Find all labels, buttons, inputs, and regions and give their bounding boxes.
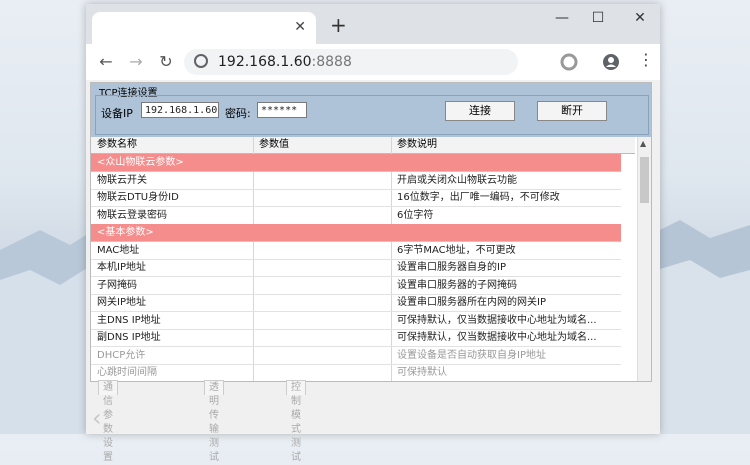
cell-name: 心跳时间间隔 [97, 367, 157, 378]
table-header: 参数名称 参数值 参数说明 [91, 137, 635, 154]
table-row[interactable]: 副DNS IP地址 可保持默认，仅当数据接收中心地址为域名... [91, 329, 621, 347]
cell-name: 主DNS IP地址 [97, 314, 161, 326]
cell-desc: 设置设备是否自动获取自身IP地址 [397, 349, 546, 361]
cell-desc: 开启或关闭众山物联云功能 [397, 174, 517, 186]
minimize-icon[interactable]: — [550, 10, 574, 26]
disconnect-button[interactable]: 断开 [537, 101, 607, 121]
tcp-settings-panel: TCP连接设置 设备IP 192.168.1.60 密码: ****** 连接 … [91, 83, 651, 137]
parameter-table: 参数名称 参数值 参数说明 <众山物联云参数> 物联云开关 开启或关闭众山物联云功能… [91, 137, 651, 381]
address-bar[interactable]: 192.168.1.60:8888 [184, 49, 518, 75]
tab-close-icon[interactable]: ✕ [294, 20, 306, 34]
cell-name: <众山物联云参数> [97, 157, 184, 168]
cell-desc: 6位字符 [397, 209, 434, 221]
chevron-left-icon: ‹ [92, 404, 102, 432]
password-input[interactable]: ****** [257, 102, 307, 118]
table-scrollbar[interactable]: ▲ [637, 137, 651, 381]
page-content: TCP连接设置 设备IP 192.168.1.60 密码: ****** 连接 … [86, 80, 660, 463]
scroll-up-icon[interactable]: ▲ [640, 139, 646, 148]
table-row[interactable]: 主DNS IP地址 可保持默认，仅当数据接收中心地址为域名... [91, 312, 621, 330]
cell-desc: 6字节MAC地址，不可更改 [397, 244, 516, 256]
cell-name: 物联云登录密码 [97, 209, 167, 221]
header-name[interactable]: 参数名称 [97, 138, 137, 153]
url-text: 192.168.1.60:8888 [218, 54, 352, 70]
device-ip-label: 设备IP [101, 107, 133, 120]
extension-icon[interactable] [560, 53, 578, 71]
cell-name: 物联云DTU身份ID [97, 192, 179, 203]
table-row[interactable]: 物联云DTU身份ID 16位数字，出厂唯一编码，不可修改 [91, 189, 621, 207]
tab-control-mode-test[interactable]: 控制模式测试 [286, 380, 306, 463]
browser-window: ✕ + — ☐ ✕ ← → ↻ 192.168.1.60:8888 ⋮ TCP连… [86, 4, 660, 463]
device-ip-input[interactable]: 192.168.1.60 [141, 102, 219, 118]
new-tab-button[interactable]: + [330, 15, 347, 35]
browser-titlebar: ✕ + — ☐ ✕ [86, 4, 660, 44]
connect-button[interactable]: 连接 [445, 101, 515, 121]
close-window-icon[interactable]: ✕ [628, 10, 652, 26]
profile-icon[interactable] [602, 53, 620, 71]
cell-desc: 16位数字，出厂唯一编码，不可修改 [397, 192, 560, 203]
table-row[interactable]: 物联云登录密码 6位字符 [91, 207, 621, 225]
reload-icon[interactable]: ↻ [156, 52, 176, 71]
globe-icon [194, 54, 208, 68]
header-value[interactable]: 参数值 [259, 138, 289, 153]
back-arrow-icon[interactable]: ← [96, 52, 116, 71]
cell-desc: 设置串口服务器自身的IP [397, 262, 506, 273]
table-row[interactable]: 子网掩码 设置串口服务器的子网掩码 [91, 277, 621, 295]
cell-name: 本机IP地址 [97, 262, 146, 273]
menu-dots-icon[interactable]: ⋮ [638, 50, 654, 69]
table-group-row[interactable]: <基本参数> [91, 224, 621, 242]
header-desc[interactable]: 参数说明 [397, 138, 437, 153]
cell-name: MAC地址 [97, 244, 140, 256]
table-row[interactable]: DHCP允许 设置设备是否自动获取自身IP地址 [91, 347, 621, 365]
config-app: TCP连接设置 设备IP 192.168.1.60 密码: ****** 连接 … [90, 82, 652, 382]
cell-desc: 设置串口服务器的子网掩码 [397, 279, 517, 291]
cell-name: 物联云开关 [97, 174, 147, 186]
maximize-icon[interactable]: ☐ [586, 10, 610, 26]
scroll-thumb[interactable] [640, 157, 649, 203]
cell-name: 副DNS IP地址 [97, 332, 161, 343]
cell-desc: 设置串口服务器所在内网的网关IP [397, 297, 546, 308]
browser-toolbar: ← → ↻ 192.168.1.60:8888 ⋮ [86, 44, 660, 80]
table-row[interactable]: 本机IP地址 设置串口服务器自身的IP [91, 259, 621, 277]
cell-name: 子网掩码 [97, 279, 137, 291]
cell-name: 网关IP地址 [97, 297, 146, 308]
cell-desc: 可保持默认，仅当数据接收中心地址为域名... [397, 332, 597, 343]
table-group-row[interactable]: <众山物联云参数> [91, 154, 621, 172]
tab-transparent-test[interactable]: 透明传输测试 [204, 380, 224, 463]
table-row[interactable]: 心跳时间间隔 可保持默认 [91, 364, 621, 381]
table-row[interactable]: MAC地址 6字节MAC地址，不可更改 [91, 242, 621, 260]
table-row[interactable]: 网关IP地址 设置串口服务器所在内网的网关IP [91, 294, 621, 312]
cell-name: <基本参数> [97, 227, 154, 238]
browser-tab[interactable]: ✕ [92, 12, 316, 44]
cell-desc: 可保持默认，仅当数据接收中心地址为域名... [397, 314, 597, 326]
forward-arrow-icon[interactable]: → [126, 52, 146, 71]
cell-name: DHCP允许 [97, 349, 146, 361]
table-row[interactable]: 物联云开关 开启或关闭众山物联云功能 [91, 172, 621, 190]
password-label: 密码: [225, 107, 251, 120]
cell-desc: 可保持默认 [397, 367, 447, 378]
tab-comm-params[interactable]: 通信参数设置 [98, 380, 118, 463]
